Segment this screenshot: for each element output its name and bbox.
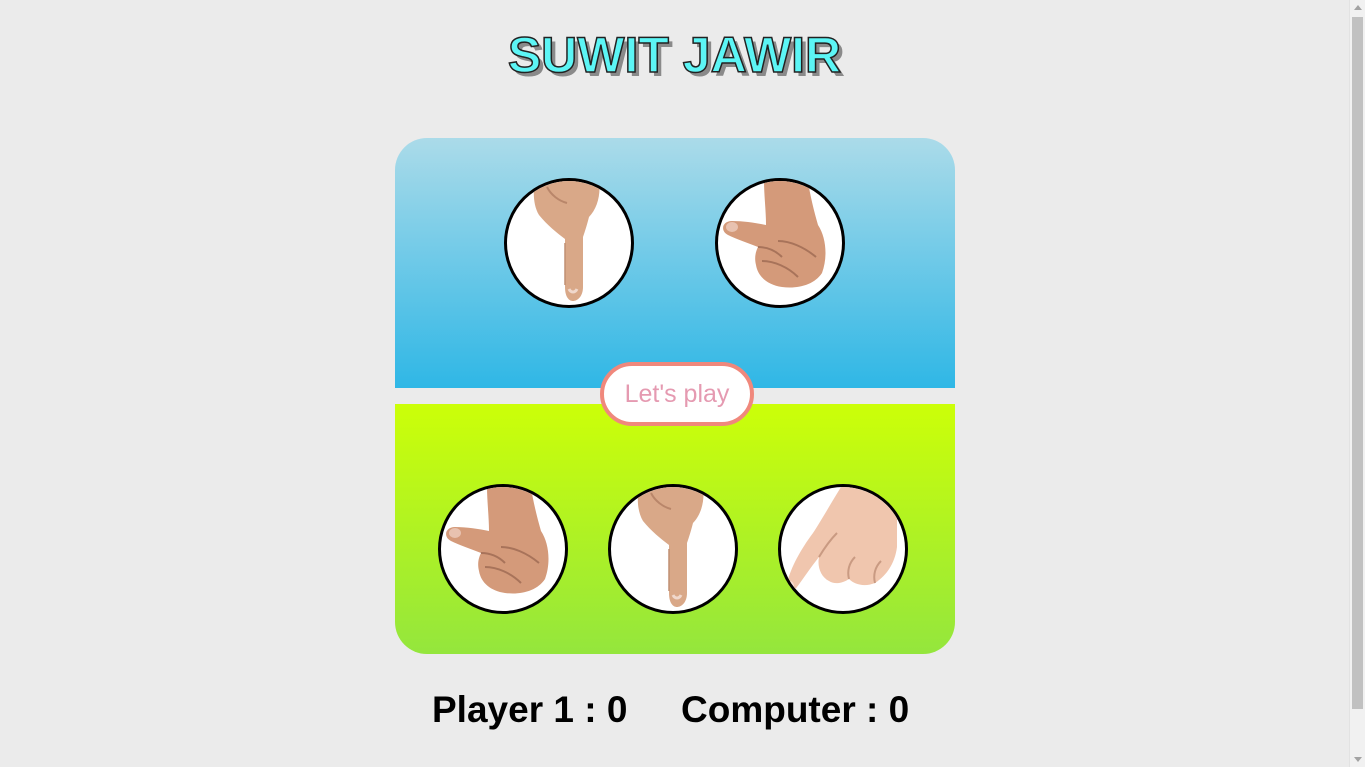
scroll-up-arrow-icon[interactable] bbox=[1354, 5, 1362, 10]
scroll-down-arrow-icon[interactable] bbox=[1354, 757, 1362, 762]
computer-panel bbox=[395, 138, 955, 388]
lets-play-button[interactable]: Let's play bbox=[600, 362, 754, 426]
pinky-finger-icon bbox=[637, 487, 704, 607]
thumb-icon bbox=[446, 487, 549, 594]
computer-score: Computer : 0 bbox=[681, 689, 910, 730]
thumb-icon bbox=[723, 181, 826, 288]
player-panel bbox=[395, 404, 955, 654]
player-hand-orang[interactable] bbox=[778, 484, 908, 614]
scrollbar-thumb[interactable] bbox=[1352, 17, 1363, 709]
page: SUWIT JAWIR Let's play Player 1: 0 Comp… bbox=[0, 0, 1365, 767]
player-score: Player 1 : 0 bbox=[432, 689, 628, 730]
game-board: Let's play bbox=[395, 138, 955, 654]
computer-hand-gajah bbox=[715, 178, 845, 308]
pinky-finger-icon bbox=[533, 181, 600, 301]
game-title: SUWIT JAWIR bbox=[507, 26, 842, 84]
player-hand-semut[interactable] bbox=[608, 484, 738, 614]
player-hand-gajah[interactable] bbox=[438, 484, 568, 614]
vertical-scrollbar[interactable] bbox=[1349, 0, 1365, 767]
computer-hand-semut bbox=[504, 178, 634, 308]
index-finger-icon bbox=[786, 487, 897, 591]
